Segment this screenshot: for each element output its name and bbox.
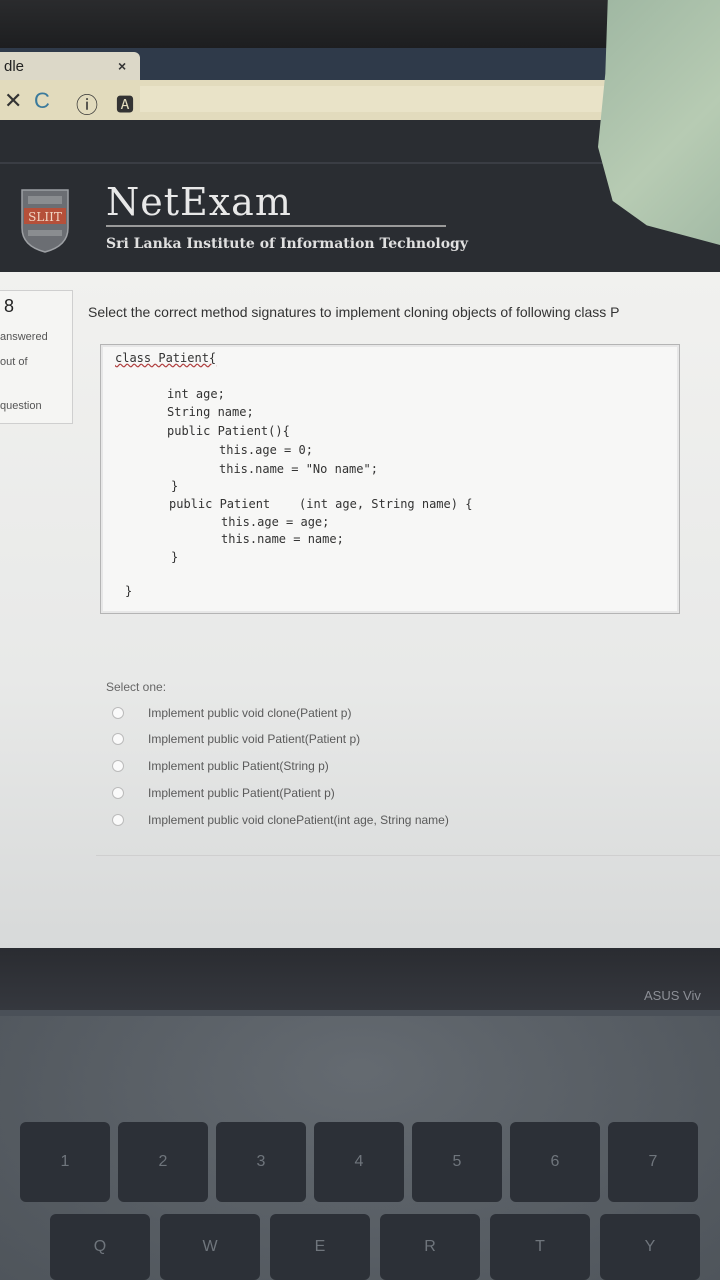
flag-question[interactable]: question [0,400,42,412]
key-3: 3 [216,1122,306,1202]
code-line: class Patient{ [115,351,217,365]
laptop-brand: ASUS Viv [644,988,701,1003]
question-state: answered [0,331,48,343]
key-r: R [380,1214,480,1280]
key-y: Y [600,1214,700,1280]
code-line: public Patient(){ [167,424,290,438]
page-icon[interactable]: 🅰 [116,91,134,117]
answer-option-label[interactable]: Implement public Patient(String p) [148,759,329,773]
code-block: class Patient{ int age; String name; pub… [100,344,680,614]
netexam-brand[interactable]: NetExam [106,180,292,224]
key-w: W [160,1214,260,1280]
answer-option[interactable]: Implement public void Patient(Patient p) [112,728,360,750]
brand-underline [106,225,446,227]
key-q: Q [50,1214,150,1280]
sliit-logo: SLIIT [21,189,69,253]
code-line: this.name = "No name"; [219,462,378,476]
url-input[interactable] [140,86,630,112]
answer-option[interactable]: Implement public Patient(Patient p) [112,782,335,804]
question-marks: out of [0,356,28,368]
tab-close-icon[interactable]: × [118,58,126,74]
answer-option[interactable]: Implement public void clonePatient(int a… [112,809,449,831]
answer-option-label[interactable]: Implement public void clonePatient(int a… [148,813,449,827]
question-number: 8 [4,296,15,316]
code-line: int age; [167,387,225,401]
logo-text: SLIIT [28,210,62,224]
radio-button[interactable] [112,733,124,745]
code-line: } [171,479,179,493]
reload-icon[interactable]: C [34,88,50,114]
code-line: } [171,550,179,564]
code-line: } [125,584,133,598]
answer-option[interactable]: Implement public void clone(Patient p) [112,702,351,724]
radio-button[interactable] [112,814,124,826]
key-6: 6 [510,1122,600,1202]
answer-option-label[interactable]: Implement public void clone(Patient p) [148,706,351,720]
browser-tab-title[interactable]: dle [4,58,24,75]
key-5: 5 [412,1122,502,1202]
radio-button[interactable] [112,787,124,799]
question-text: Select the correct method signatures to … [88,304,620,320]
key-t: T [490,1214,590,1280]
code-line: this.age = age; [221,515,330,529]
key-7: 7 [608,1122,698,1202]
key-e: E [270,1214,370,1280]
code-line: this.name = name; [221,532,344,546]
code-line: this.age = 0; [219,443,313,457]
radio-button[interactable] [112,707,124,719]
answer-option-label[interactable]: Implement public Patient(Patient p) [148,786,335,800]
answer-option[interactable]: Implement public Patient(String p) [112,755,329,777]
answer-option-label[interactable]: Implement public void Patient(Patient p) [148,732,360,746]
key-4: 4 [314,1122,404,1202]
stop-icon[interactable]: ✕ [4,88,22,114]
key-2: 2 [118,1122,208,1202]
site-info-icon[interactable]: ⓘ [76,88,98,120]
radio-button[interactable] [112,760,124,772]
select-one-label: Select one: [106,680,167,694]
institute-subtitle: Sri Lanka Institute of Information Techn… [106,236,468,252]
code-line: String name; [167,405,254,419]
key-1: 1 [20,1122,110,1202]
code-line: public Patient (int age, String name) { [169,497,473,511]
